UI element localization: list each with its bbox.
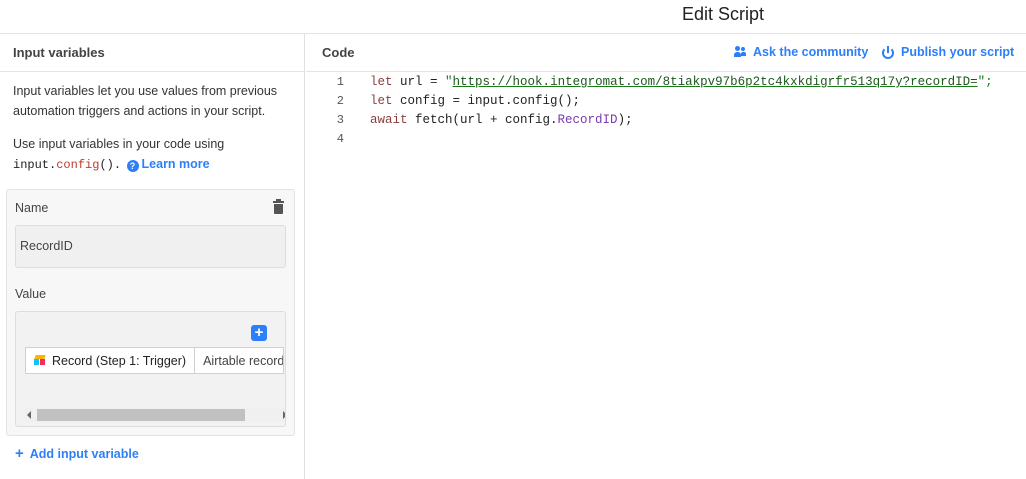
input-variables-header: Input variables	[0, 34, 304, 72]
horizontal-scrollbar[interactable]	[25, 408, 285, 422]
people-icon	[734, 46, 746, 58]
ask-community-label: Ask the community	[753, 45, 869, 59]
code-text: let url = "https://hook.integromat.com/8…	[370, 75, 993, 89]
airtable-record-token-label: Airtable record	[203, 353, 284, 368]
code-line: 2 let config = input.config();	[306, 92, 1026, 111]
publish-script-label: Publish your script	[901, 45, 1015, 59]
webhook-url[interactable]: https://hook.integromat.com/8tiakpv97b6p…	[453, 75, 978, 89]
code-text: let config = input.config();	[370, 94, 581, 108]
record-token-label: Record (Step 1: Trigger)	[52, 353, 187, 368]
variable-value-field[interactable]: + Record (Step 1: Trigger) Airtable reco…	[15, 311, 286, 427]
window-title: Edit Script	[682, 4, 765, 24]
value-label: Value	[15, 287, 47, 301]
power-icon	[882, 46, 894, 59]
usage-text: Use input variables in your code using	[13, 137, 225, 151]
value-token-list: Record (Step 1: Trigger) Airtable record	[25, 347, 285, 374]
line-number: 2	[336, 94, 344, 108]
ask-community-link[interactable]: Ask the community	[734, 45, 868, 59]
publish-script-link[interactable]: Publish your script	[882, 45, 1014, 59]
input-variable-card: Name RecordID Value + Record (Step 1: Tr…	[6, 189, 295, 436]
record-token[interactable]: Record (Step 1: Trigger)	[26, 348, 196, 373]
input-config-code: input.config().	[13, 158, 122, 172]
name-label: Name	[15, 201, 49, 215]
airtable-logo-icon	[34, 355, 46, 366]
input-variables-usage: Use input variables in your code using i…	[13, 134, 293, 175]
variable-name-input[interactable]: RecordID	[15, 225, 286, 268]
scroll-right-icon[interactable]	[283, 411, 285, 419]
code-panel: Code Ask the community Publish your scri…	[306, 34, 1026, 479]
trash-icon[interactable]	[273, 199, 284, 214]
line-number: 4	[336, 132, 344, 146]
help-icon: ?	[126, 160, 139, 172]
airtable-record-token[interactable]: Airtable record	[195, 348, 283, 373]
scroll-left-icon[interactable]	[27, 411, 31, 419]
scrollbar-thumb[interactable]	[37, 409, 245, 421]
line-number: 1	[336, 75, 344, 89]
code-label: Code	[322, 45, 355, 60]
code-header: Code Ask the community Publish your scri…	[306, 34, 1026, 72]
code-editor[interactable]: 1 let url = "https://hook.integromat.com…	[306, 73, 1026, 149]
line-number: 3	[336, 113, 344, 127]
learn-more-link[interactable]: Learn more	[142, 157, 210, 171]
code-line: 3 await fetch(url + config.RecordID);	[306, 111, 1026, 130]
add-input-variable-button[interactable]: + Add input variable	[15, 445, 139, 462]
code-text: await fetch(url + config.RecordID);	[370, 113, 633, 127]
code-line: 4	[306, 130, 1026, 149]
input-variables-description: Input variables let you use values from …	[13, 84, 278, 118]
plus-icon: +	[15, 445, 24, 462]
code-line: 1 let url = "https://hook.integromat.com…	[306, 73, 1026, 92]
input-variables-panel: Input variables Input variables let you …	[0, 34, 305, 479]
title-bar: Edit Script	[0, 0, 1026, 34]
add-input-variable-label: Add input variable	[29, 447, 139, 461]
add-token-button[interactable]: +	[251, 325, 267, 341]
